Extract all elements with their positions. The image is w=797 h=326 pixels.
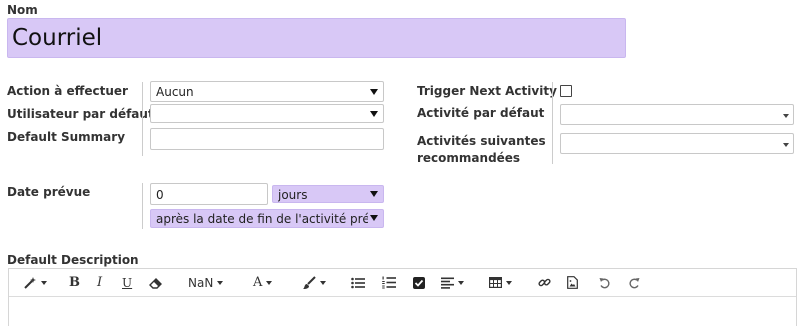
underline-button[interactable]: U: [122, 269, 132, 296]
trigger-next-activity-checkbox[interactable]: [560, 85, 572, 97]
name-label: Nom: [7, 3, 38, 17]
remove-format-button[interactable]: [149, 269, 163, 296]
unordered-list-icon: [351, 277, 365, 288]
date-separator: [142, 183, 143, 229]
table-icon: [489, 277, 502, 288]
checklist-icon: [413, 276, 425, 289]
date-number-input[interactable]: 0: [150, 183, 268, 205]
background-color-dropdown[interactable]: [302, 269, 326, 296]
chevron-down-icon: [266, 280, 273, 285]
checklist-button[interactable]: [413, 269, 425, 296]
font-size-dropdown[interactable]: NaN: [188, 269, 224, 296]
chevron-down-icon: [370, 111, 378, 117]
chevron-down-icon: [41, 280, 47, 285]
action-select-value: Aucun: [156, 85, 194, 99]
font-color-icon: A: [253, 275, 263, 290]
date-reference-value: après la date de fin de l'activité précé…: [156, 212, 368, 226]
link-button[interactable]: [538, 269, 551, 296]
recommended-activities-select[interactable]: [560, 133, 794, 154]
default-description-label: Default Description: [7, 253, 139, 267]
default-summary-label: Default Summary: [7, 130, 126, 144]
align-icon: [441, 277, 454, 289]
magic-wand-icon: [24, 276, 36, 289]
undo-icon: [599, 277, 610, 288]
default-user-select[interactable]: [150, 104, 384, 123]
chevron-down-icon: [783, 114, 789, 118]
left-column-separator: [142, 82, 143, 156]
style-dropdown[interactable]: [23, 269, 47, 296]
chevron-down-icon: [370, 191, 378, 197]
date-number-value: 0: [156, 188, 164, 202]
chevron-down-icon: [217, 280, 224, 285]
eraser-icon: [149, 277, 162, 289]
date-unit-select[interactable]: jours: [272, 185, 384, 203]
font-size-label: NaN: [188, 275, 214, 290]
date-reference-select[interactable]: après la date de fin de l'activité précé…: [150, 209, 384, 228]
chevron-down-icon: [370, 215, 378, 221]
bold-button[interactable]: B: [69, 269, 80, 296]
editor-toolbar: B I U NaN A: [8, 268, 797, 297]
media-button[interactable]: [567, 269, 578, 296]
underline-label: U: [122, 275, 133, 290]
paragraph-align-dropdown[interactable]: [441, 269, 464, 296]
description-editor[interactable]: [8, 296, 797, 326]
trigger-next-activity-label: Trigger Next Activity: [417, 84, 557, 98]
chevron-down-icon: [320, 280, 326, 285]
name-input[interactable]: Courriel: [7, 18, 626, 58]
italic-button[interactable]: I: [97, 269, 102, 296]
recommended-activities-label: Activités suivantes recommandées: [417, 134, 546, 165]
redo-button[interactable]: [628, 269, 640, 296]
right-column-separator: [552, 82, 553, 164]
default-activity-select[interactable]: [560, 104, 794, 125]
date-unit-value: jours: [278, 188, 308, 202]
chevron-down-icon: [458, 280, 464, 285]
action-select[interactable]: Aucun: [150, 81, 384, 102]
italic-label: I: [97, 275, 103, 290]
default-summary-input[interactable]: [150, 128, 384, 150]
chevron-down-icon: [370, 89, 378, 95]
ordered-list-button[interactable]: [382, 269, 396, 296]
paint-brush-icon: [303, 275, 316, 289]
date-label: Date prévue: [7, 185, 91, 199]
action-label: Action à effectuer: [7, 84, 128, 98]
chevron-down-icon: [506, 280, 512, 285]
bold-label: B: [69, 275, 80, 290]
default-activity-label: Activité par défaut: [417, 106, 545, 120]
chevron-down-icon: [783, 143, 789, 147]
table-dropdown[interactable]: [489, 269, 512, 296]
undo-button[interactable]: [599, 269, 611, 296]
redo-icon: [629, 277, 640, 288]
font-color-dropdown[interactable]: A: [253, 269, 273, 296]
link-icon: [538, 278, 551, 287]
unordered-list-button[interactable]: [351, 269, 365, 296]
ordered-list-icon: [382, 276, 396, 289]
file-icon: [567, 276, 578, 289]
name-value: Courriel: [12, 25, 103, 51]
default-user-label: Utilisateur par défaut: [7, 107, 154, 121]
